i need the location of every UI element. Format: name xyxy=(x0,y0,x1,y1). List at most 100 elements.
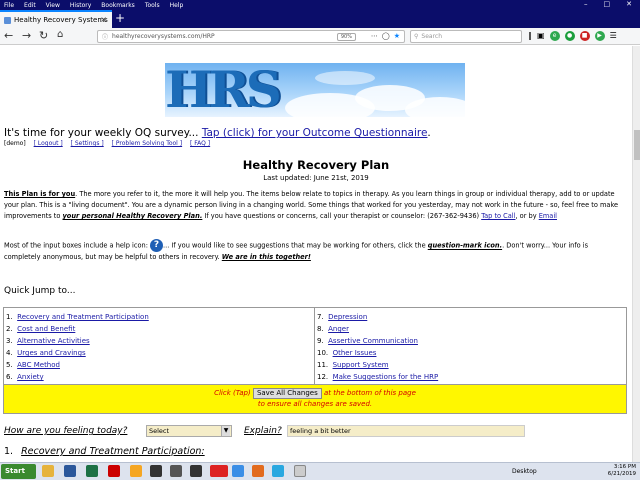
taskbar: Start Desktop 3:16 PM 6/21/2019 xyxy=(0,462,640,480)
save-all-button[interactable]: Save All Changes xyxy=(252,388,322,399)
page-actions-icon[interactable]: ⋯ xyxy=(371,32,378,40)
tab-bar: Healthy Recovery Systems × + xyxy=(0,10,640,28)
faq-link[interactable]: [ FAQ ] xyxy=(190,140,210,147)
quick-jump-item: 5. ABC Method xyxy=(6,361,60,369)
zoom-level[interactable]: 90% xyxy=(336,33,356,41)
account-nav: [demo] [ Logout ] [ Settings ] [ Problem… xyxy=(4,140,210,147)
hrs-logo: HRS xyxy=(165,63,282,117)
quick-jump-item: 10. Other Issues xyxy=(317,349,377,357)
audio-app-icon[interactable] xyxy=(232,465,244,477)
jump-cost-benefit-link[interactable]: Cost and Benefit xyxy=(17,325,75,333)
url-bar[interactable]: ⓘ healthyrecoverysystems.com/HRP 90% ⋯ ◯… xyxy=(97,30,405,43)
question-mark-icon[interactable]: ? xyxy=(150,239,164,252)
menu-bookmarks[interactable]: Bookmarks xyxy=(101,2,135,9)
jump-other-issues-link[interactable]: Other Issues xyxy=(333,349,377,357)
app-icon[interactable] xyxy=(272,465,284,477)
tap-to-call-link[interactable]: Tap to Call xyxy=(481,212,515,220)
vertical-scrollbar[interactable] xyxy=(632,46,640,462)
firefox-icon[interactable] xyxy=(252,465,264,477)
sidebar-icon[interactable]: ▣ xyxy=(537,31,545,41)
menu-tools[interactable]: Tools xyxy=(145,2,160,9)
app-icon[interactable] xyxy=(294,465,306,477)
user-label: [demo] xyxy=(4,140,26,147)
search-placeholder: Search xyxy=(421,33,443,40)
jump-suggestions-link[interactable]: Make Suggestions for the HRP xyxy=(333,373,439,381)
page-content: HRS It's time for your weekly OQ survey.… xyxy=(0,46,632,462)
bookmark-star-icon[interactable]: ★ xyxy=(394,32,400,40)
extension-icon[interactable]: e xyxy=(549,31,560,41)
forward-icon[interactable]: → xyxy=(22,29,31,42)
pdf-icon[interactable] xyxy=(108,465,120,477)
obs-icon[interactable] xyxy=(170,465,182,477)
tab-healthy-recovery[interactable]: Healthy Recovery Systems × xyxy=(0,10,112,28)
settings-link[interactable]: [ Settings ] xyxy=(71,140,104,147)
quick-jump-item: 9. Assertive Communication xyxy=(317,337,418,345)
menu-file[interactable]: File xyxy=(4,2,14,9)
adblock-icon[interactable]: ■ xyxy=(579,31,590,41)
page-title: Healthy Recovery Plan xyxy=(242,158,390,172)
jump-assertive-link[interactable]: Assertive Communication xyxy=(328,337,418,345)
app-icon[interactable] xyxy=(190,465,202,477)
jump-alternative-activities-link[interactable]: Alternative Activities xyxy=(17,337,90,345)
back-icon[interactable]: ← xyxy=(4,29,13,42)
word-icon[interactable] xyxy=(64,465,76,477)
jump-support-link[interactable]: Support System xyxy=(333,361,389,369)
explain-label: Explain? xyxy=(244,426,282,436)
excel-icon[interactable] xyxy=(86,465,98,477)
site-info-icon[interactable]: ⓘ xyxy=(102,32,108,41)
quick-jump-item: 7. Depression xyxy=(317,313,368,321)
app-icon[interactable] xyxy=(130,465,142,477)
problem-solving-link[interactable]: [ Problem Solving Tool ] xyxy=(112,140,182,147)
quick-jump-item: 4. Urges and Cravings xyxy=(6,349,86,357)
close-tab-icon[interactable]: × xyxy=(100,15,107,24)
menu-bar: File Edit View History Bookmarks Tools H… xyxy=(0,0,640,10)
desktop-toolbar[interactable]: Desktop xyxy=(512,468,537,475)
jump-recovery-link[interactable]: Recovery and Treatment Participation xyxy=(17,313,149,321)
quick-jump-item: 11. Support System xyxy=(317,361,389,369)
help-paragraph: Most of the input boxes include a help i… xyxy=(4,239,589,261)
quick-jump-item: 1. Recovery and Treatment Participation xyxy=(6,313,149,321)
extension-icon[interactable]: ● xyxy=(564,31,575,41)
start-button[interactable]: Start xyxy=(1,464,36,479)
oq-link[interactable]: Tap (click) for your Outcome Questionnai… xyxy=(202,127,428,139)
oq-prompt: It's time for your weekly OQ survey... T… xyxy=(4,127,431,139)
quick-jump-left: 1. Recovery and Treatment Participation … xyxy=(4,308,315,384)
scroll-thumb[interactable] xyxy=(634,130,640,160)
jump-urges-link[interactable]: Urges and Cravings xyxy=(17,349,86,357)
explain-input[interactable]: feeling a bit better xyxy=(287,425,525,437)
new-tab-icon[interactable]: + xyxy=(115,11,125,25)
email-link[interactable]: Email xyxy=(539,212,557,220)
library-icon[interactable]: ‖ xyxy=(528,31,532,41)
feeling-select[interactable]: Select ▼ xyxy=(146,425,232,437)
save-reminder: Click (Tap) Save All Changes at the bott… xyxy=(3,384,627,414)
favicon-icon xyxy=(4,16,11,24)
maximize-icon[interactable]: □ xyxy=(604,0,611,8)
pocket-icon[interactable]: ◯ xyxy=(382,32,390,40)
quick-jump-heading: Quick Jump to... xyxy=(4,286,76,296)
system-clock[interactable]: 3:16 PM 6/21/2019 xyxy=(608,464,636,478)
voice-app-icon[interactable] xyxy=(210,465,228,477)
reload-icon[interactable]: ↻ xyxy=(39,29,48,42)
nav-toolbar: ← → ↻ ⌂ ⓘ healthyrecoverysystems.com/HRP… xyxy=(0,28,640,45)
jump-depression-link[interactable]: Depression xyxy=(328,313,367,321)
jump-anger-link[interactable]: Anger xyxy=(328,325,349,333)
home-icon[interactable]: ⌂ xyxy=(57,29,63,40)
quick-jump-item: 12. Make Suggestions for the HRP xyxy=(317,373,439,381)
jump-abc-link[interactable]: ABC Method xyxy=(17,361,60,369)
chevron-down-icon: ▼ xyxy=(221,426,230,436)
minimize-icon[interactable]: – xyxy=(584,0,588,8)
logout-link[interactable]: [ Logout ] xyxy=(34,140,63,147)
menu-icon[interactable]: ☰ xyxy=(610,31,617,41)
app-icon[interactable] xyxy=(150,465,162,477)
quick-jump-item: 2. Cost and Benefit xyxy=(6,325,76,333)
quick-jump-item: 6. Anxiety xyxy=(6,373,44,381)
menu-help[interactable]: Help xyxy=(170,2,184,9)
menu-history[interactable]: History xyxy=(70,2,91,9)
menu-view[interactable]: View xyxy=(46,2,60,9)
jump-anxiety-link[interactable]: Anxiety xyxy=(17,373,44,381)
menu-edit[interactable]: Edit xyxy=(24,2,36,9)
extension-icon[interactable]: ▶ xyxy=(594,31,605,41)
close-window-icon[interactable]: ✕ xyxy=(626,0,632,8)
file-explorer-icon[interactable] xyxy=(42,465,54,477)
search-input[interactable]: ⚲ Search xyxy=(410,30,522,43)
